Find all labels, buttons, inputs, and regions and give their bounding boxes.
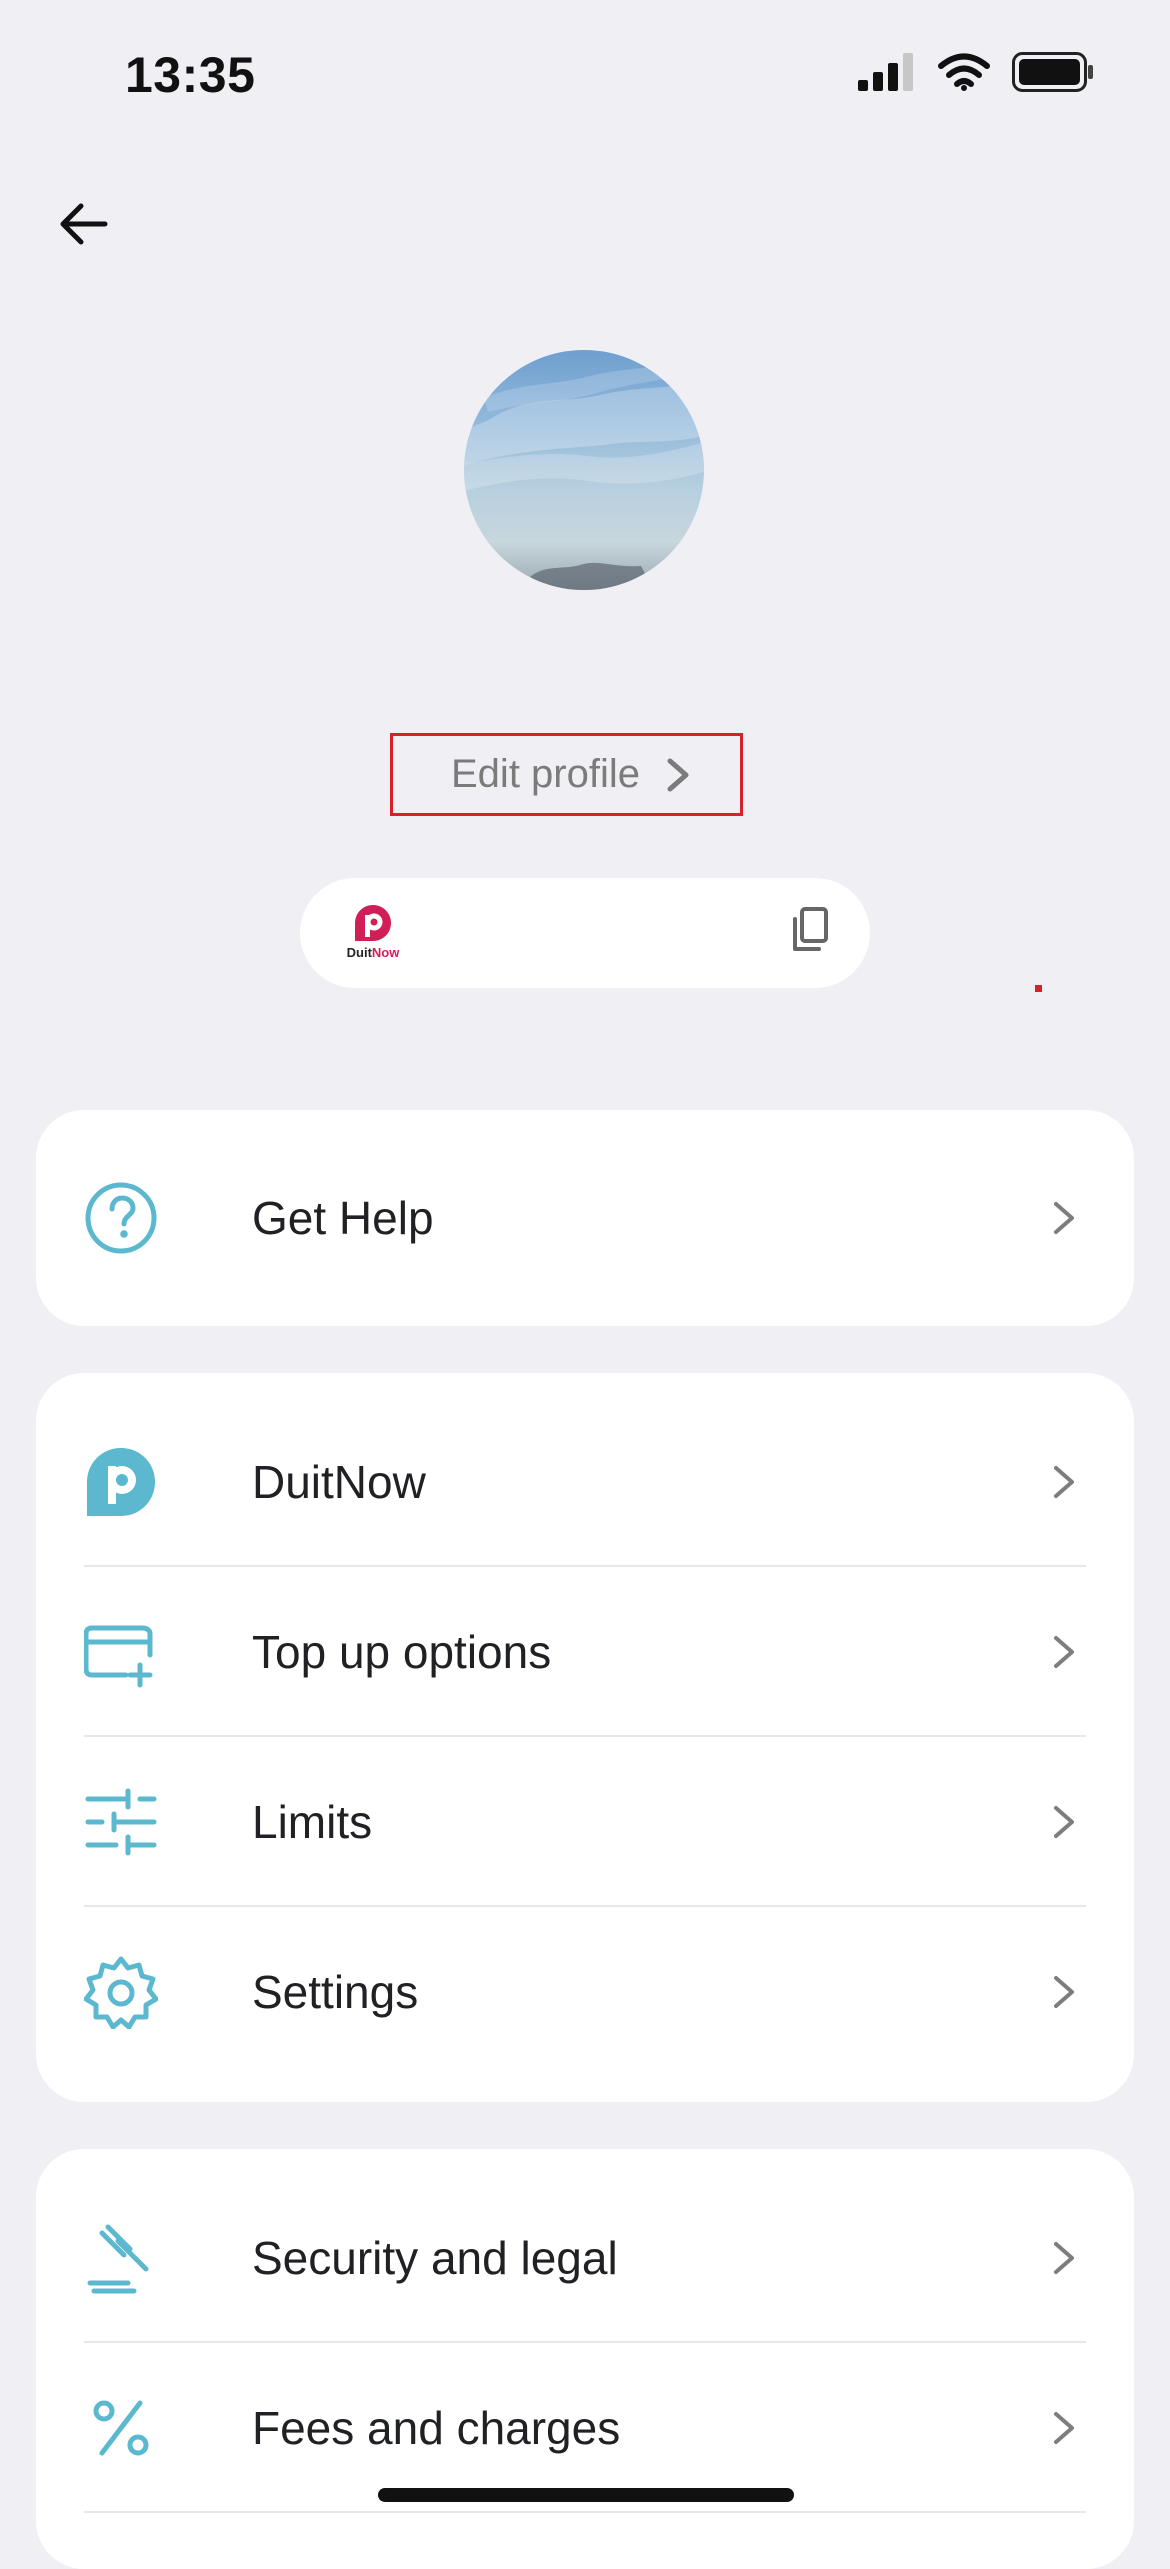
duitnow-logo-text-now: Now — [371, 945, 400, 960]
edit-profile-label: Edit profile — [451, 752, 640, 796]
battery-icon — [1012, 52, 1093, 92]
menu-label-security-and-legal: Security and legal — [252, 2232, 618, 2284]
menu-item-security-and-legal[interactable]: Security and legal — [84, 2173, 1086, 2343]
menu-item-settings[interactable]: Settings — [84, 1907, 1086, 2077]
chevron-right-icon — [1054, 1806, 1074, 1838]
status-bar: 13:35 — [0, 0, 1170, 150]
gavel-icon — [84, 2221, 158, 2295]
menu-label-top-up-options: Top up options — [252, 1626, 552, 1678]
red-marker — [1035, 985, 1042, 992]
back-arrow-icon — [60, 203, 108, 245]
duitnow-logo-text-duit: Duit — [346, 945, 372, 960]
status-time: 13:35 — [125, 47, 256, 103]
copy-icon[interactable] — [790, 906, 830, 954]
percent-icon — [84, 2391, 158, 2465]
chevron-right-icon — [1054, 1976, 1074, 2008]
chevron-right-icon — [1054, 1466, 1074, 1498]
home-indicator — [378, 2488, 794, 2502]
duitnow-logo-icon — [355, 905, 391, 941]
menu-label-get-help: Get Help — [252, 1192, 434, 1244]
card-add-icon — [84, 1615, 158, 1689]
duitnow-icon — [84, 1445, 158, 1519]
menu-label-settings: Settings — [252, 1966, 419, 2018]
duitnow-logo: DuitNow — [342, 903, 404, 963]
menu-card-help: Get Help — [36, 1110, 1134, 1326]
duitnow-logo-text: DuitNow — [347, 945, 400, 960]
back-button[interactable] — [55, 194, 115, 254]
menu-label-duitnow: DuitNow — [252, 1456, 426, 1508]
chevron-right-icon — [1054, 2412, 1074, 2444]
chevron-right-icon — [1054, 1202, 1074, 1234]
edit-profile-button[interactable]: Edit profile — [390, 733, 743, 816]
sliders-icon — [84, 1785, 158, 1859]
chevron-right-icon — [1054, 1636, 1074, 1668]
avatar-image — [464, 359, 704, 590]
profile-avatar[interactable] — [464, 350, 704, 590]
wifi-icon — [938, 53, 990, 91]
duitnow-id-pill[interactable]: DuitNow — [300, 878, 870, 988]
menu-item-limits[interactable]: Limits — [84, 1737, 1086, 1907]
status-icons — [858, 52, 1094, 92]
chevron-right-icon — [1054, 2242, 1074, 2274]
help-icon — [84, 1181, 158, 1255]
menu-label-fees-and-charges: Fees and charges — [252, 2402, 621, 2454]
menu-label-limits: Limits — [252, 1796, 373, 1848]
chevron-right-icon — [667, 758, 689, 791]
menu-item-get-help[interactable]: Get Help — [84, 1133, 1086, 1303]
cellular-signal-icon — [858, 53, 913, 91]
menu-card-account: DuitNow Top up options Limits Settings — [36, 1373, 1134, 2102]
menu-item-top-up-options[interactable]: Top up options — [84, 1567, 1086, 1737]
menu-card-legal: Security and legal Fees and charges — [36, 2149, 1134, 2569]
gear-icon — [84, 1955, 158, 2029]
menu-item-duitnow[interactable]: DuitNow — [84, 1397, 1086, 1567]
